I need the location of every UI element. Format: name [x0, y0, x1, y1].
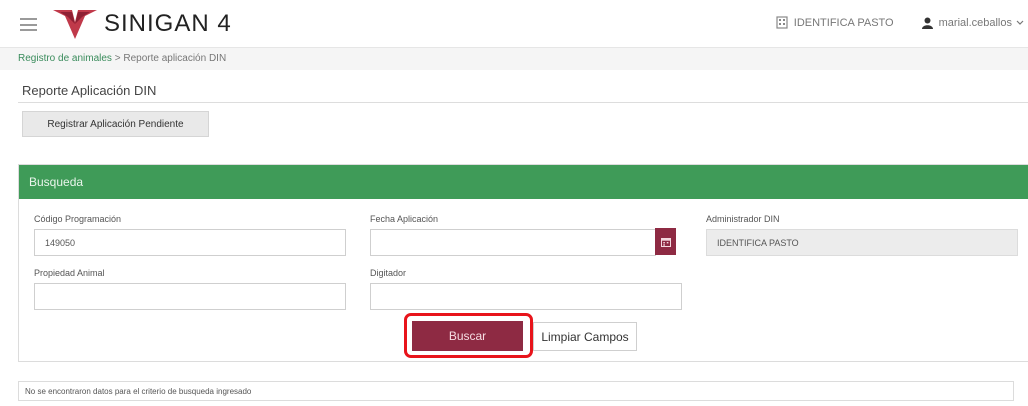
clear-fields-button[interactable]: Limpiar Campos [533, 322, 637, 351]
codigo-input[interactable]: 149050 [34, 229, 346, 256]
user-label: marial.ceballos [938, 16, 1012, 29]
office-icon [776, 16, 788, 29]
user-menu[interactable]: marial.ceballos [921, 16, 1024, 29]
search-button[interactable]: Buscar [412, 321, 523, 351]
propiedad-label: Propiedad Animal [34, 268, 105, 278]
user-icon [921, 17, 933, 29]
breadcrumb-separator: > [111, 53, 124, 64]
caret-down-icon [1016, 20, 1024, 25]
propiedad-input[interactable] [34, 283, 346, 310]
digitador-input[interactable] [370, 283, 682, 310]
fecha-label: Fecha Aplicación [370, 214, 439, 224]
title-divider [18, 102, 1028, 103]
org-label: IDENTIFICA PASTO [793, 16, 894, 29]
calendar-button[interactable] [655, 228, 676, 255]
brand-title: SINIGAN 4 [104, 10, 232, 37]
administrador-field: IDENTIFICA PASTO [706, 229, 1018, 256]
sinigan-logo [53, 10, 97, 39]
digitador-label: Digitador [370, 268, 407, 278]
no-results-message: No se encontraron datos para el criterio… [18, 381, 1014, 401]
codigo-label: Código Programación [34, 214, 122, 224]
page-title: Reporte Aplicación DIN [22, 83, 157, 98]
top-navbar: SINIGAN 4 IDENTIFICA PASTO marial.ceball… [0, 0, 1028, 48]
calendar-icon [660, 237, 671, 247]
breadcrumb: Registro de animales > Reporte aplicació… [0, 48, 1028, 70]
hamburger-menu-icon[interactable] [20, 18, 37, 31]
register-pending-button[interactable]: Registrar Aplicación Pendiente [22, 111, 209, 137]
search-panel-title: Busqueda [19, 165, 1028, 199]
search-panel: Busqueda [18, 164, 1028, 362]
fecha-input[interactable] [370, 229, 656, 256]
breadcrumb-current: Reporte aplicación DIN [123, 53, 227, 64]
administrador-label: Administrador DIN [706, 214, 780, 224]
breadcrumb-link-registro[interactable]: Registro de animales [18, 53, 112, 64]
org-selector[interactable]: IDENTIFICA PASTO [776, 16, 894, 29]
